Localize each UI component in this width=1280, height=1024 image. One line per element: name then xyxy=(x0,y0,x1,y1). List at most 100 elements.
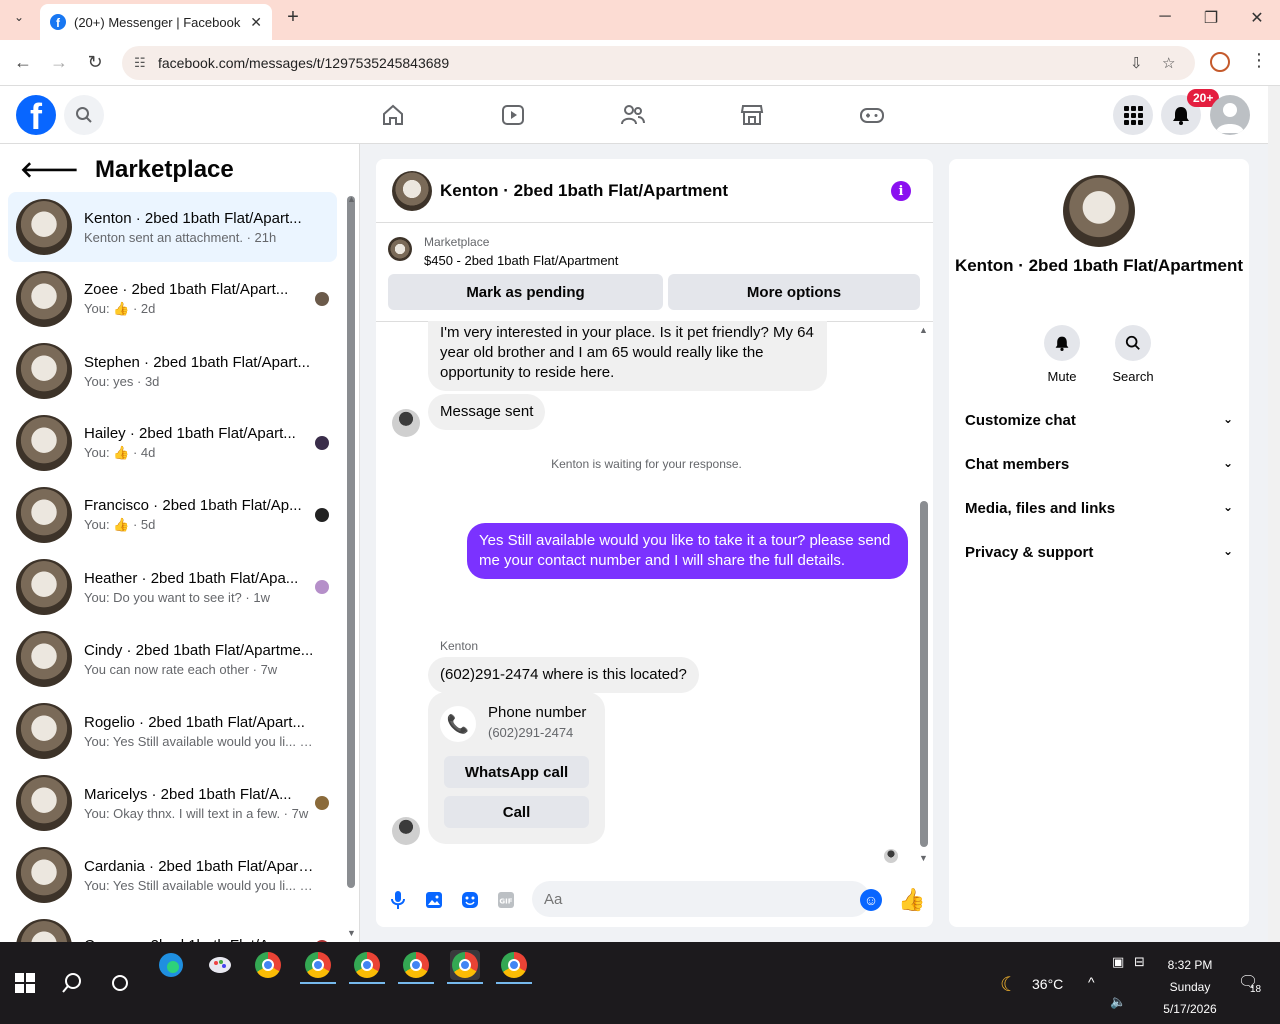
media-files-links-row[interactable]: Media, files and links ⌄ xyxy=(965,500,1233,517)
whatsapp-call-button[interactable]: WhatsApp call xyxy=(444,756,589,788)
video-icon[interactable] xyxy=(498,100,528,130)
conversation-item[interactable]: Kenton · 2bed 1bath Flat/Apart... Kenton … xyxy=(8,192,337,262)
conversation-item[interactable]: Maricelys · 2bed 1bath Flat/A... You: Oka… xyxy=(8,768,337,838)
conversation-thumbnail xyxy=(16,631,72,687)
chrome-profile-icon[interactable] xyxy=(303,950,333,980)
marketplace-listing[interactable]: Marketplace $450 - 2bed 1bath Flat/Apart… xyxy=(388,235,618,268)
network-icon[interactable]: ⊟ xyxy=(1134,954,1145,970)
mark-as-pending-button[interactable]: Mark as pending xyxy=(388,274,663,310)
privacy-support-row[interactable]: Privacy & support ⌄ xyxy=(965,544,1233,561)
facebook-logo-icon[interactable]: f xyxy=(16,95,56,135)
reload-button[interactable]: ↻ xyxy=(83,52,107,73)
conversation-item[interactable]: Heather · 2bed 1bath Flat/Apa... You: Do … xyxy=(8,552,337,622)
conversation-item[interactable]: Francisco · 2bed 1bath Flat/Ap... You: 👍 … xyxy=(8,480,337,550)
conversation-thumbnail xyxy=(16,775,72,831)
chrome-icon[interactable] xyxy=(253,950,283,980)
microphone-icon[interactable] xyxy=(387,889,409,911)
tray-device-icon[interactable]: ▣ xyxy=(1112,954,1124,970)
conversation-item[interactable]: Hailey · 2bed 1bath Flat/Apart... You: 👍 … xyxy=(8,408,337,478)
emoji-icon[interactable]: ☺ xyxy=(860,889,882,911)
chevron-down-icon: ⌄ xyxy=(1222,544,1233,558)
photo-icon[interactable] xyxy=(423,889,445,911)
conversation-name: Zoee · 2bed 1bath Flat/Apart... xyxy=(84,281,289,298)
conversation-text: Cindy · 2bed 1bath Flat/Apartme... You ca… xyxy=(84,642,314,677)
sidebar-scrollbar[interactable] xyxy=(347,196,355,888)
message-composer: GIF ☺ 👍 xyxy=(376,877,933,927)
chrome-profile-icon-active[interactable] xyxy=(450,950,480,980)
message-bubble[interactable]: (602)291-2474 where is this located? xyxy=(428,657,699,693)
back-arrow-icon[interactable]: 🡐 xyxy=(20,157,79,183)
conversation-text: Kenton · 2bed 1bath Flat/Apart... Kenton … xyxy=(84,210,314,245)
tab-list-chevron-icon[interactable]: ⌄ xyxy=(8,10,30,32)
conversation-item[interactable]: Zoee · 2bed 1bath Flat/Apart... You: 👍 · … xyxy=(8,264,337,334)
message-bubble[interactable]: Message sent xyxy=(428,394,546,430)
customize-chat-row[interactable]: Customize chat ⌄ xyxy=(965,412,1233,429)
task-view-icon[interactable] xyxy=(105,968,135,998)
gaming-icon[interactable] xyxy=(857,100,887,130)
taskbar-running-indicator xyxy=(300,982,336,984)
sender-avatar[interactable] xyxy=(392,409,420,437)
taskbar-search-icon[interactable] xyxy=(57,968,87,998)
call-button[interactable]: Call xyxy=(444,796,589,828)
weather-temperature[interactable]: 36°C xyxy=(1032,976,1063,992)
sender-avatar[interactable] xyxy=(392,817,420,845)
browser-profile-icon[interactable] xyxy=(1210,52,1230,72)
chrome-profile-icon[interactable] xyxy=(401,950,431,980)
new-tab-button[interactable]: + xyxy=(282,6,304,29)
browser-menu-icon[interactable]: ⋮ xyxy=(1250,50,1268,71)
conversation-item[interactable]: Cardania · 2bed 1bath Flat/Apart... You: … xyxy=(8,840,337,910)
marketplace-icon[interactable] xyxy=(737,100,767,130)
conversation-item[interactable]: Rogelio · 2bed 1bath Flat/Apart... You: Y… xyxy=(8,696,337,766)
close-window-button[interactable]: ✕ xyxy=(1242,8,1272,28)
chat-header[interactable]: Kenton · 2bed 1bath Flat/Apartment i xyxy=(376,159,933,223)
url-field[interactable]: ☷ facebook.com/messages/t/12975352458436… xyxy=(122,46,1195,80)
chat-scrollbar[interactable] xyxy=(920,501,928,847)
scroll-up-icon[interactable]: ▲ xyxy=(347,194,356,204)
install-app-icon[interactable]: ⇩ xyxy=(1130,54,1143,72)
taskbar-clock[interactable]: 8:32 PM Sunday 5/17/2026 xyxy=(1150,954,1230,1020)
menu-grid-icon[interactable] xyxy=(1113,95,1153,135)
bookmark-star-icon[interactable]: ☆ xyxy=(1162,54,1175,72)
edge-icon[interactable] xyxy=(156,950,186,980)
info-icon[interactable]: i xyxy=(891,181,911,201)
conversation-item[interactable]: Cindy · 2bed 1bath Flat/Apartme... You ca… xyxy=(8,624,337,694)
conversation-item[interactable]: Stephen · 2bed 1bath Flat/Apart... You: y… xyxy=(8,336,337,406)
my-message-bubble[interactable]: Yes Still available would you like to ta… xyxy=(467,523,908,579)
sticker-icon[interactable] xyxy=(459,889,481,911)
scroll-down-icon[interactable]: ▼ xyxy=(919,853,928,863)
weather-moon-icon[interactable]: ☾ xyxy=(1000,972,1018,997)
gif-icon[interactable]: GIF xyxy=(495,889,517,911)
account-avatar[interactable] xyxy=(1210,95,1250,135)
chat-members-row[interactable]: Chat members ⌄ xyxy=(965,456,1233,473)
like-thumbs-up-icon[interactable]: 👍 xyxy=(898,887,925,913)
taskbar-running-indicator xyxy=(447,982,483,984)
restore-button[interactable]: ❐ xyxy=(1196,8,1226,28)
mute-action[interactable]: Mute xyxy=(1027,325,1097,384)
tray-expand-icon[interactable]: ^ xyxy=(1088,974,1095,990)
tab-close-icon[interactable]: ✕ xyxy=(250,14,262,31)
chrome-profile-icon[interactable] xyxy=(352,950,382,980)
volume-icon[interactable]: 🔈 xyxy=(1110,994,1126,1010)
message-bubble[interactable]: I'm very interested in your place. Is it… xyxy=(428,321,827,391)
site-settings-icon[interactable]: ☷ xyxy=(134,55,150,71)
back-button[interactable]: ← xyxy=(11,52,35,73)
search-action[interactable]: Search xyxy=(1098,325,1168,384)
search-icon[interactable] xyxy=(64,95,104,135)
scroll-up-icon[interactable]: ▲ xyxy=(919,325,928,335)
browser-tab[interactable]: f (20+) Messenger | Facebook ✕ xyxy=(40,4,272,40)
friends-icon[interactable] xyxy=(618,100,648,130)
windows-start-icon[interactable] xyxy=(10,968,40,998)
scroll-down-icon[interactable]: ▼ xyxy=(347,928,356,938)
chevron-down-icon: ⌄ xyxy=(1222,456,1233,470)
contact-avatar[interactable] xyxy=(1063,175,1135,247)
listing-source: Marketplace xyxy=(424,235,490,249)
message-input[interactable] xyxy=(532,881,870,917)
minimize-button[interactable]: ─ xyxy=(1150,8,1180,26)
paint-app-icon[interactable] xyxy=(205,950,235,980)
chrome-icon[interactable] xyxy=(499,950,529,980)
conversation-thumbnail xyxy=(16,343,72,399)
forward-button[interactable]: → xyxy=(47,52,71,73)
page-scrollbar[interactable] xyxy=(1268,86,1280,942)
more-options-button[interactable]: More options xyxy=(668,274,920,310)
home-icon[interactable] xyxy=(378,100,408,130)
